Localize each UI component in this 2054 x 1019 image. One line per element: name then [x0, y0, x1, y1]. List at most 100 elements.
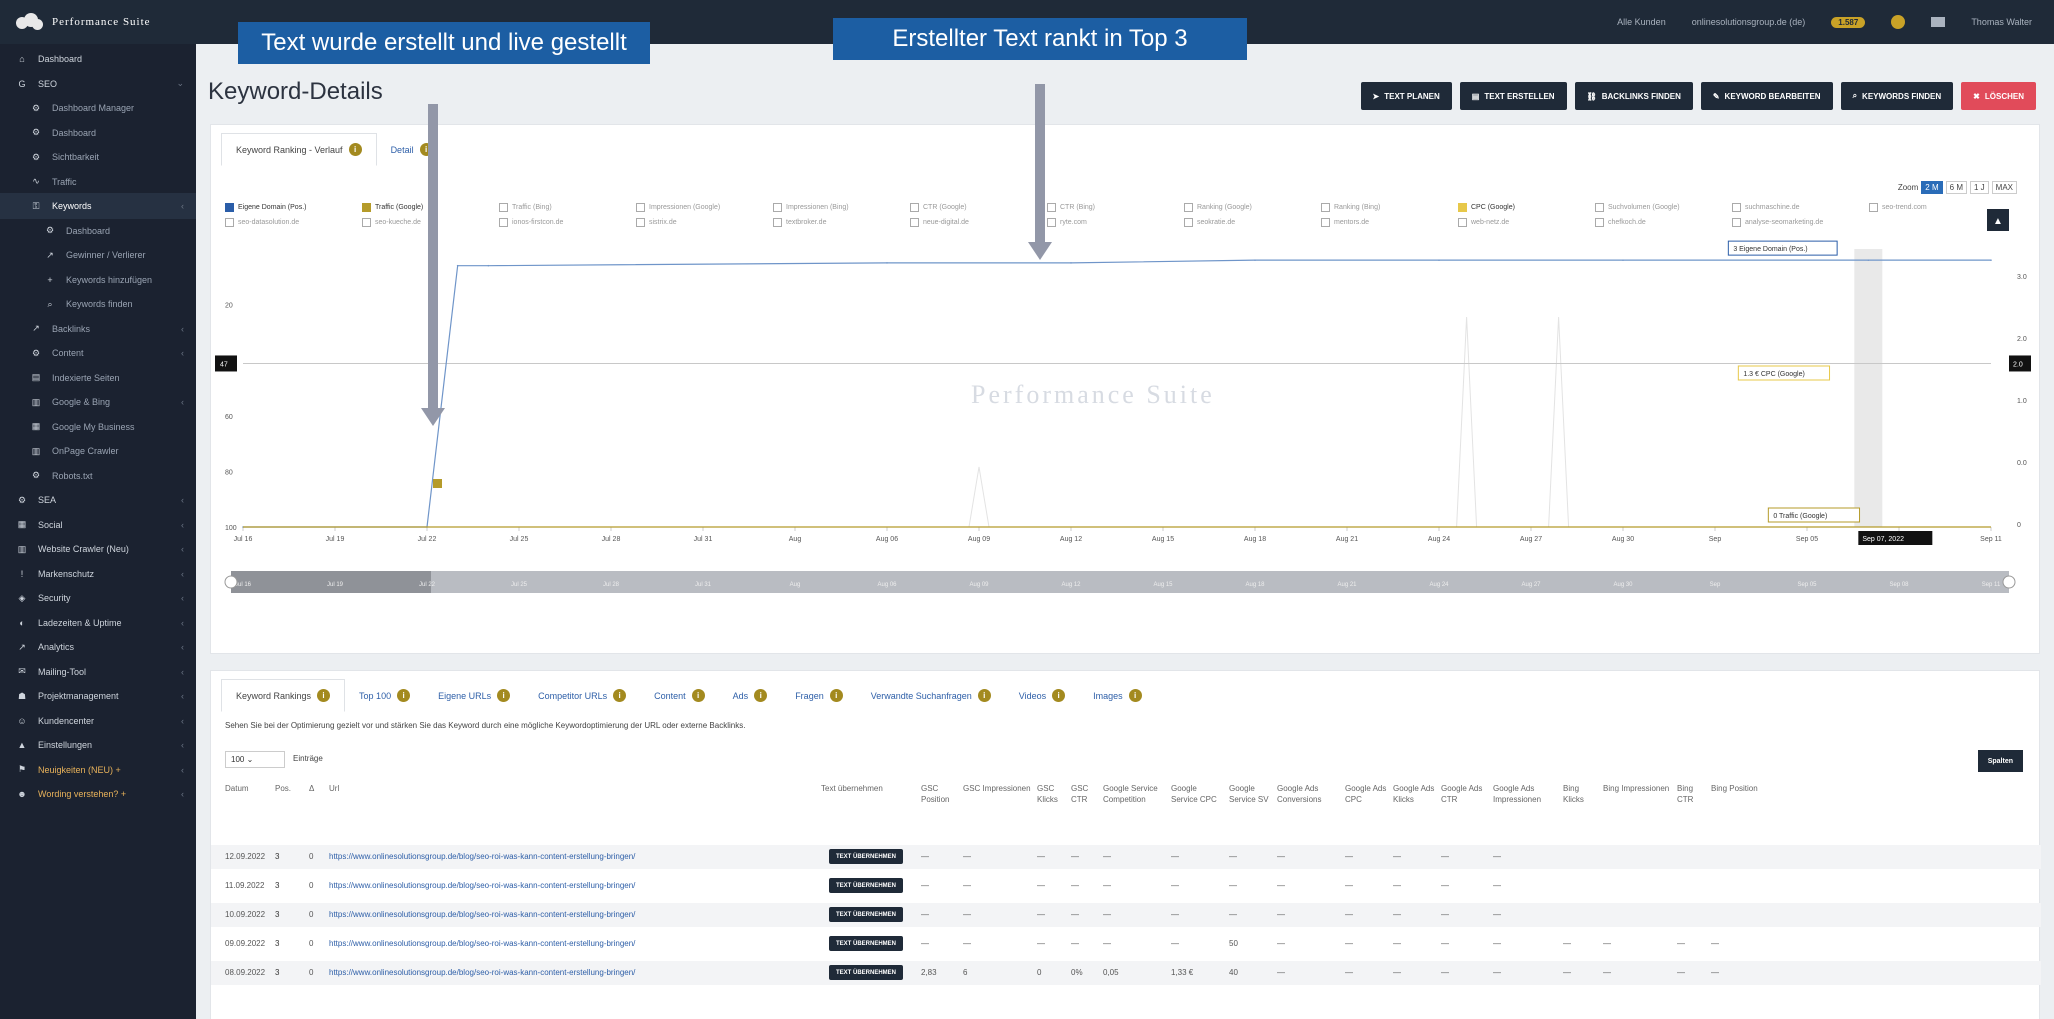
text-uebernehmen-button[interactable]: Text übernehmen — [829, 849, 904, 864]
info-icon[interactable]: i — [829, 689, 843, 702]
sidebar-item-google-my-business[interactable]: ▦ Google My Business — [0, 414, 196, 440]
table-row[interactable]: 08.09.2022 3 0 https://www.onlinesolutionsg… — [211, 961, 2041, 985]
cell-url-link[interactable]: https://www.onlinesolutionsgroup.de/blog… — [329, 968, 635, 977]
info-icon[interactable]: i — [613, 689, 627, 702]
cell-url-link[interactable]: https://www.onlinesolutionsgroup.de/blog… — [329, 910, 635, 919]
column-header[interactable]: Google Service CPC — [1171, 783, 1223, 805]
keywords-finden-button[interactable]: ⌕ Keywords finden — [1840, 82, 1954, 110]
info-icon[interactable]: i — [754, 689, 768, 702]
tab-verwandte-suchanfragen[interactable]: Verwandte Suchanfragen i — [857, 679, 1005, 712]
keyword-bearbeiten-button[interactable]: ✎ Keyword bearbeiten — [1700, 82, 1833, 110]
sidebar-item-kundencenter[interactable]: ☺ Kundencenter ‹ — [0, 708, 196, 734]
sidebar-item-dashboard[interactable]: ⚙ Dashboard — [0, 218, 196, 244]
table-row[interactable]: 09.09.2022 3 0 https://www.onlinesolutionsg… — [211, 932, 2041, 956]
info-icon[interactable]: i — [497, 689, 511, 702]
sidebar-item-google-bing[interactable]: ▥ Google & Bing ‹ — [0, 389, 196, 415]
sidebar-item-traffic[interactable]: ∿ Traffic — [0, 169, 196, 195]
column-header[interactable]: Pos. — [275, 783, 305, 794]
column-header[interactable]: Google Ads Conversions — [1277, 783, 1339, 805]
text-planen-button[interactable]: ➤ Text planen — [1360, 82, 1452, 110]
sidebar-item-keywords[interactable]: ⚿ Keywords ‹ — [0, 193, 196, 219]
column-header[interactable]: Google Service SV — [1229, 783, 1271, 805]
column-header[interactable]: Url — [329, 783, 815, 794]
backlinks-finden-button[interactable]: ⛓ Backlinks finden — [1574, 82, 1693, 110]
info-icon[interactable]: i — [691, 689, 705, 702]
table-row[interactable]: 12.09.2022 3 0 https://www.onlinesolutionsg… — [211, 845, 2041, 869]
user-menu[interactable]: Thomas Walter — [1971, 17, 2032, 27]
column-header[interactable]: GSC CTR — [1071, 783, 1101, 805]
tab-ads[interactable]: Ads i — [719, 679, 782, 712]
info-icon[interactable]: i — [1128, 689, 1142, 702]
navigator-bar[interactable] — [231, 571, 2009, 593]
mail-icon[interactable] — [1931, 17, 1946, 27]
sidebar-item-dashboard[interactable]: ⌂ Dashboard — [0, 46, 196, 72]
navigator-handle-left[interactable] — [224, 575, 238, 589]
sidebar-item-onpage-crawler[interactable]: ▥ OnPage Crawler — [0, 438, 196, 464]
column-header[interactable]: Bing Impressionen — [1603, 783, 1671, 794]
tab-images[interactable]: Images i — [1079, 679, 1156, 712]
column-header[interactable]: GSC Klicks — [1037, 783, 1067, 805]
sidebar-item-gewinner-verlierer[interactable]: ↗ Gewinner / Verlierer — [0, 242, 196, 268]
sidebar-item-dashboard-manager[interactable]: ⚙ Dashboard Manager — [0, 95, 196, 121]
sidebar-item-seo[interactable]: G SEO ⌄ — [0, 71, 196, 97]
sidebar-item-ladezeiten-uptime[interactable]: ◐ Ladezeiten & Uptime ‹ — [0, 610, 196, 636]
sidebar-item-sea[interactable]: ⚙ SEA ‹ — [0, 487, 196, 513]
tab-competitor-urls[interactable]: Competitor URLs i — [524, 679, 640, 712]
column-header[interactable]: Google Ads CTR — [1441, 783, 1487, 805]
text-uebernehmen-button[interactable]: Text übernehmen — [829, 936, 904, 951]
info-icon[interactable]: i — [1052, 689, 1066, 702]
sidebar-item-social[interactable]: ▦ Social ‹ — [0, 512, 196, 538]
navigator-handle-right[interactable] — [2002, 575, 2016, 589]
column-header[interactable]: Bing Klicks — [1563, 783, 1597, 805]
sidebar-item-robots-txt[interactable]: ⚙ Robots.txt — [0, 463, 196, 489]
column-header[interactable]: Bing Position — [1711, 783, 1761, 794]
column-header[interactable]: Bing CTR — [1677, 783, 1707, 805]
info-icon[interactable]: i — [977, 689, 991, 702]
column-header[interactable]: Google Ads Impressionen — [1493, 783, 1557, 805]
sidebar-item-content[interactable]: ⚙ Content ‹ — [0, 340, 196, 366]
tab-top-100[interactable]: Top 100 i — [345, 679, 424, 712]
sidebar-item-indexierte-seiten[interactable]: ▤ Indexierte Seiten — [0, 365, 196, 391]
column-header[interactable]: Text übernehmen — [821, 783, 915, 794]
table-row[interactable]: 10.09.2022 3 0 https://www.onlinesolutionsg… — [211, 903, 2041, 927]
cell-url-link[interactable]: https://www.onlinesolutionsgroup.de/blog… — [329, 939, 635, 948]
tab-videos[interactable]: Videos i — [1005, 679, 1079, 712]
domain-select[interactable]: onlinesolutionsgroup.de (de) — [1692, 17, 1806, 27]
info-icon[interactable]: i — [317, 689, 331, 702]
column-header[interactable]: Google Ads CPC — [1345, 783, 1387, 805]
sidebar-item-neuigkeiten-neu[interactable]: ⚑ Neuigkeiten (NEU) + ‹ — [0, 757, 196, 783]
sidebar-item-backlinks[interactable]: ↗ Backlinks ‹ — [0, 316, 196, 342]
column-header[interactable]: Datum — [225, 783, 269, 794]
sidebar-item-einstellungen[interactable]: ▲ Einstellungen ‹ — [0, 732, 196, 758]
column-header[interactable]: Google Service Competition — [1103, 783, 1165, 805]
sidebar-item-dashboard[interactable]: ⚙ Dashboard — [0, 120, 196, 146]
sidebar-item-projektmanagement[interactable]: ☗ Projektmanagement ‹ — [0, 683, 196, 709]
sidebar-item-keywords-hinzuf-gen[interactable]: + Keywords hinzufügen — [0, 267, 196, 293]
tab-fragen[interactable]: Fragen i — [781, 679, 857, 712]
app-logo[interactable]: Performance Suite — [14, 8, 202, 36]
sidebar-item-keywords-finden[interactable]: ⌕ Keywords finden — [0, 291, 196, 317]
sidebar-item-markenschutz[interactable]: ! Markenschutz ‹ — [0, 561, 196, 587]
notification-bell-icon[interactable] — [1891, 15, 1906, 29]
text-erstellen-button[interactable]: ▤ Text erstellen — [1459, 82, 1567, 110]
sidebar-item-website-crawler-neu[interactable]: ▥ Website Crawler (Neu) ‹ — [0, 536, 196, 562]
sidebar-item-wording-verstehen[interactable]: ☻ Wording verstehen? + ‹ — [0, 781, 196, 807]
text-uebernehmen-button[interactable]: Text übernehmen — [829, 878, 904, 893]
column-header[interactable]: Google Ads Klicks — [1393, 783, 1435, 805]
cell-url-link[interactable]: https://www.onlinesolutionsgroup.de/blog… — [329, 852, 635, 861]
l-schen-button[interactable]: ✖ Löschen — [1961, 82, 2036, 110]
column-header[interactable]: GSC Position — [921, 783, 957, 805]
sidebar-item-mailing-tool[interactable]: ✉ Mailing-Tool ‹ — [0, 659, 196, 685]
text-uebernehmen-button[interactable]: Text übernehmen — [829, 907, 904, 922]
tab-keyword-rankings[interactable]: Keyword Rankings i — [221, 679, 346, 712]
client-select[interactable]: Alle Kunden — [1617, 17, 1666, 27]
sidebar-item-sichtbarkeit[interactable]: ⚙ Sichtbarkeit — [0, 144, 196, 170]
tab-content[interactable]: Content i — [640, 679, 719, 712]
sidebar-item-analytics[interactable]: ↗ Analytics ‹ — [0, 634, 196, 660]
tab-eigene-urls[interactable]: Eigene URLs i — [424, 679, 524, 712]
page-size-select[interactable]: 100 ⌄ — [225, 751, 285, 768]
table-row[interactable]: 11.09.2022 3 0 https://www.onlinesolutionsg… — [211, 874, 2041, 898]
columns-button[interactable]: Spalten — [1977, 750, 2023, 772]
sidebar-item-security[interactable]: ◈ Security ‹ — [0, 585, 196, 611]
info-icon[interactable]: i — [397, 689, 411, 702]
